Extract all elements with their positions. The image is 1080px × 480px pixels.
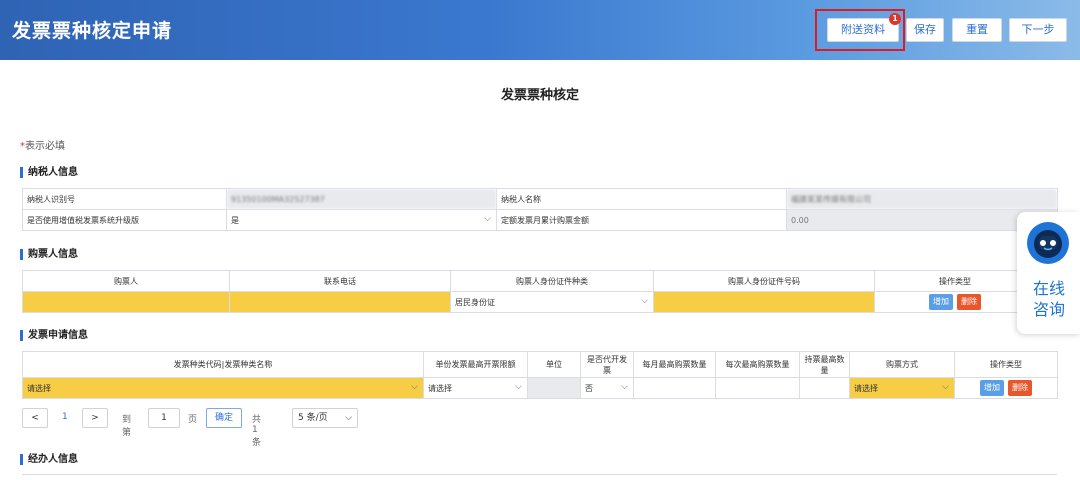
app-title: 发票票种核定申请: [12, 20, 173, 42]
invoice-type-column-header: 发票种类代码|发票种类名称: [22, 351, 424, 378]
taxpayer-id-value: 91350100MA32527387: [226, 188, 497, 210]
taxpayer-name-label: 纳税人名称: [496, 188, 787, 210]
chevron-down-icon: ⌵: [515, 382, 522, 392]
buyer-column-header: 购票人: [22, 270, 230, 292]
id-number-column-header: 购票人身份证件号码: [653, 270, 875, 292]
table-row: 居民身份证 ⌵ 增加 删除: [22, 291, 1036, 313]
per-purchase-max-input[interactable]: [715, 377, 800, 399]
operation-column-header: 操作类型: [874, 270, 1036, 292]
buyer-delete-button[interactable]: 删除: [957, 294, 981, 310]
agent-section-title: 经办人信息: [20, 454, 78, 465]
chevron-down-icon: ⌵: [942, 382, 949, 392]
reset-button[interactable]: 重置: [952, 18, 1002, 42]
agent-issue-column-header: 是否代开发票: [580, 351, 634, 378]
upgrade-system-label: 是否使用增值税发票系统升级版: [22, 209, 227, 231]
required-note: *表示必填: [20, 137, 65, 152]
invoice-operation-cell: 增加 删除: [954, 377, 1058, 399]
required-note-text: 表示必填: [25, 141, 65, 152]
purchase-method-select[interactable]: 请选择 ⌵: [849, 377, 955, 399]
buyer-id-number-input[interactable]: [653, 291, 875, 313]
invoice-delete-button[interactable]: 删除: [1008, 380, 1032, 396]
invoice-table: 发票种类代码|发票种类名称 单份发票最高开票限额 单位 是否代开发票 每月最高购…: [22, 351, 1058, 399]
chevron-down-icon: ⌵: [484, 214, 491, 224]
chevron-down-icon: ⌵: [621, 382, 628, 392]
app-header: 发票票种核定申请 附送资料 保存 重置 下一步 1: [0, 0, 1080, 60]
buyer-phone-input[interactable]: [229, 291, 451, 313]
purchase-method-value: 请选择: [854, 383, 878, 393]
current-page[interactable]: 1: [62, 412, 68, 422]
online-consult-label: 在线咨询: [1032, 279, 1065, 319]
invoice-limit-select[interactable]: 请选择 ⌵: [423, 377, 528, 399]
monthly-max-column-header: 每月最高购票数量: [633, 351, 716, 378]
chevron-down-icon: ⌵: [411, 382, 418, 392]
goto-label: 到第: [122, 415, 132, 438]
holding-max-input[interactable]: [799, 377, 850, 399]
total-count: 共 1 条: [252, 415, 262, 448]
chevron-down-icon: ⌵: [345, 413, 352, 423]
unit-column-header: 单位: [527, 351, 581, 378]
agent-table-edge: [22, 474, 1057, 480]
buyer-section-title: 购票人信息: [20, 249, 78, 260]
buyer-id-type-select[interactable]: 居民身份证 ⌵: [450, 291, 654, 313]
buyer-name-input[interactable]: [22, 291, 230, 313]
agent-issue-select[interactable]: 否 ⌵: [580, 377, 634, 399]
invoice-limit-value: 请选择: [428, 383, 452, 393]
next-page-button[interactable]: >: [82, 408, 108, 428]
table-row: 是否使用增值税发票系统升级版 是 ⌵ 定额发票月累计购票金额 0.00: [22, 209, 1058, 231]
page-size-value: 5 条/页: [298, 413, 328, 423]
per-purchase-max-column-header: 每次最高购票数量: [715, 351, 800, 378]
taxpayer-name-value: 福建某某传媒有限公司: [786, 188, 1058, 210]
online-consult-widget[interactable]: 在线咨询: [1017, 212, 1080, 334]
phone-column-header: 联系电话: [229, 270, 451, 292]
agent-issue-value: 否: [585, 383, 593, 393]
buyer-id-type-value: 居民身份证: [455, 297, 495, 307]
robot-assistant-icon: [1027, 222, 1069, 264]
id-type-column-header: 购票人身份证件种类: [450, 270, 654, 292]
monthly-amount-label: 定额发票月累计购票金额: [496, 209, 787, 231]
buyer-add-button[interactable]: 增加: [929, 294, 953, 310]
upgrade-system-value: 是: [231, 215, 239, 225]
table-header-row: 发票种类代码|发票种类名称 单份发票最高开票限额 单位 是否代开发票 每月最高购…: [22, 351, 1058, 378]
buyer-table: 购票人 联系电话 购票人身份证件种类 购票人身份证件号码 操作类型 居民身份证 ⌵…: [22, 270, 1036, 313]
invoice-type-select[interactable]: 请选择 ⌵: [22, 377, 424, 399]
invoice-type-value: 请选择: [27, 383, 51, 393]
prev-page-button[interactable]: <: [22, 408, 48, 428]
table-header-row: 购票人 联系电话 购票人身份证件种类 购票人身份证件号码 操作类型: [22, 270, 1036, 292]
next-step-button[interactable]: 下一步: [1009, 18, 1067, 42]
chevron-down-icon: ⌵: [641, 296, 648, 306]
upgrade-system-select[interactable]: 是 ⌵: [226, 209, 497, 231]
goto-page-input[interactable]: 1: [148, 408, 180, 428]
taxpayer-table: 纳税人识别号 91350100MA32527387 纳税人名称 福建某某传媒有限…: [22, 188, 1058, 231]
page-unit-label: 页: [188, 415, 198, 425]
attach-count-badge: 1: [889, 13, 901, 25]
goto-confirm-button[interactable]: 确定: [206, 408, 242, 428]
table-row: 纳税人识别号 91350100MA32527387 纳税人名称 福建某某传媒有限…: [22, 188, 1058, 210]
invoice-operation-column-header: 操作类型: [954, 351, 1058, 378]
main-content: 发票票种核定 *表示必填 纳税人信息 纳税人识别号 91350100MA3252…: [0, 60, 1080, 480]
page-title: 发票票种核定: [500, 88, 579, 103]
buyer-operation-cell: 增加 删除: [874, 291, 1036, 313]
taxpayer-section-title: 纳税人信息: [20, 167, 78, 178]
invoice-unit-cell: [527, 377, 581, 399]
holding-max-column-header: 持票最高数量: [799, 351, 850, 378]
purchase-method-column-header: 购票方式: [849, 351, 955, 378]
page-size-select[interactable]: 5 条/页 ⌵: [292, 408, 358, 428]
taxpayer-id-label: 纳税人识别号: [22, 188, 227, 210]
monthly-max-input[interactable]: [633, 377, 716, 399]
invoice-section-title: 发票申请信息: [20, 330, 88, 341]
invoice-add-button[interactable]: 增加: [980, 380, 1004, 396]
table-row: 请选择 ⌵ 请选择 ⌵ 否 ⌵ 请选择 ⌵ 增加 删除: [22, 377, 1058, 399]
limit-column-header: 单份发票最高开票限额: [423, 351, 528, 378]
save-button[interactable]: 保存: [906, 18, 944, 42]
